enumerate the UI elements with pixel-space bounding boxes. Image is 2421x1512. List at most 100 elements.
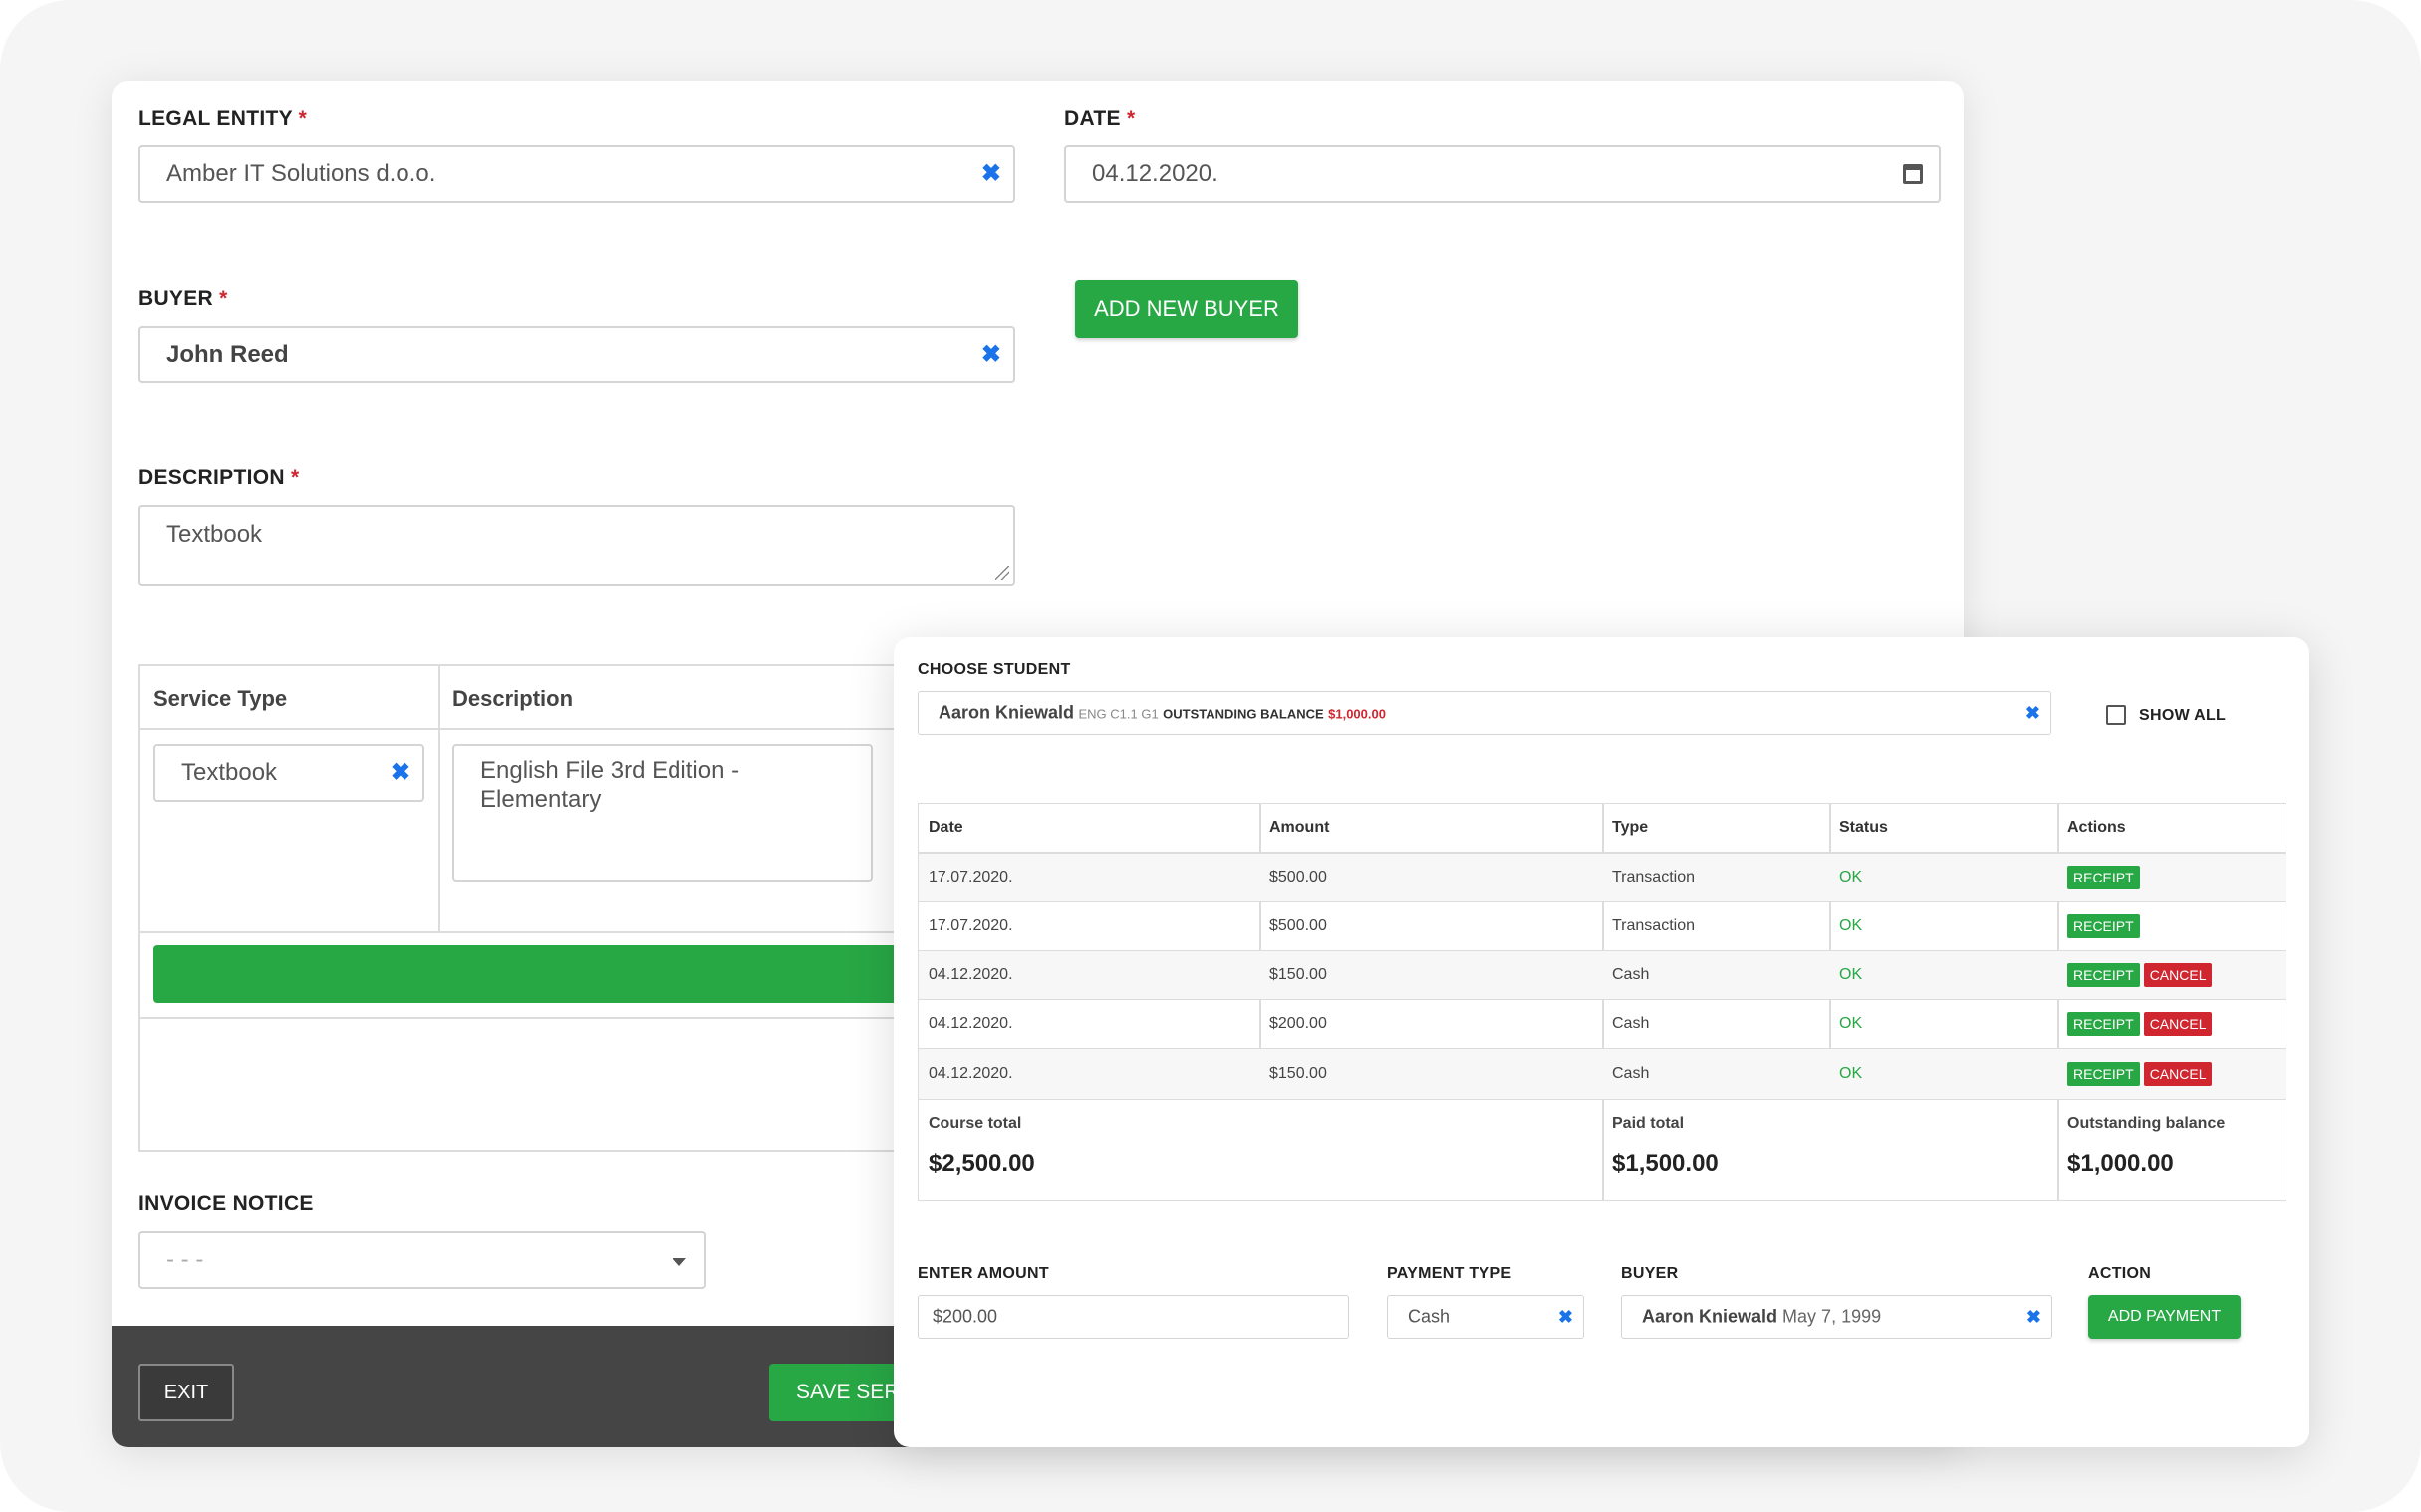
invoice-notice-select[interactable]: - - - <box>138 1231 706 1289</box>
table-row: 17.07.2020. $500.00 Transaction OK RECEI… <box>919 854 2286 902</box>
outstanding-balance-label: OUTSTANDING BALANCE <box>1163 706 1324 722</box>
clear-icon[interactable]: ✖ <box>981 343 1001 367</box>
enter-amount-label: ENTER AMOUNT <box>918 1265 1049 1282</box>
buyer-label: BUYER <box>1621 1265 1679 1282</box>
description-value: Textbook <box>166 521 263 548</box>
course-total-value: $2,500.00 <box>929 1150 1035 1177</box>
action-label: ACTION <box>2088 1265 2152 1282</box>
payment-panel-card: CHOOSE STUDENT Aaron Kniewald ENG C1.1 G… <box>894 637 2309 1447</box>
receipt-button[interactable]: RECEIPT <box>2067 963 2140 987</box>
outstanding-balance-total-label: Outstanding balance <box>2067 1115 2226 1132</box>
student-select[interactable]: Aaron Kniewald ENG C1.1 G1 OUTSTANDING B… <box>918 691 2051 735</box>
row-date: 04.12.2020. <box>929 1015 1013 1032</box>
student-name: Aaron Kniewald <box>939 702 1075 723</box>
clear-icon[interactable]: ✖ <box>2025 704 2040 722</box>
column-header-amount: Amount <box>1269 819 1330 836</box>
invoice-notice-value: - - - <box>166 1246 204 1273</box>
table-row: 04.12.2020. $200.00 Cash OK RECEIPT CANCE… <box>919 1000 2286 1049</box>
buyer-name: Aaron Kniewald <box>1642 1306 1778 1327</box>
legal-entity-label: LEGAL ENTITY * <box>138 107 308 129</box>
receipt-button[interactable]: RECEIPT <box>2067 1012 2140 1036</box>
cancel-button[interactable]: CANCEL <box>2143 1062 2213 1086</box>
service-type-value: Textbook <box>181 759 278 786</box>
payment-type-select[interactable]: Cash ✖ <box>1387 1295 1584 1339</box>
row-date: 04.12.2020. <box>929 966 1013 983</box>
row-amount: $200.00 <box>1269 1015 1327 1032</box>
exit-button[interactable]: EXIT <box>138 1364 234 1421</box>
row-type: Cash <box>1612 966 1650 983</box>
show-all-label: SHOW ALL <box>2139 707 2227 724</box>
buyer-dob: May 7, 1999 <box>1782 1306 1882 1327</box>
clear-icon[interactable]: ✖ <box>1558 1308 1573 1326</box>
row-status: OK <box>1839 1065 1863 1082</box>
clear-icon[interactable]: ✖ <box>2026 1308 2041 1326</box>
student-group: ENG C1.1 G1 <box>1078 706 1159 722</box>
date-label: DATE * <box>1064 107 1136 129</box>
row-date: 17.07.2020. <box>929 869 1013 885</box>
column-header-description: Description <box>452 686 574 711</box>
row-status: OK <box>1839 966 1863 983</box>
legal-entity-select[interactable]: Amber IT Solutions d.o.o. ✖ <box>138 145 1015 203</box>
service-description-line: Elementary <box>480 786 602 813</box>
table-row: 04.12.2020. $150.00 Cash OK RECEIPT CANCE… <box>919 1049 2286 1100</box>
table-row: 04.12.2020. $150.00 Cash OK RECEIPT CANCE… <box>919 951 2286 1000</box>
row-amount: $500.00 <box>1269 869 1327 885</box>
date-value: 04.12.2020. <box>1092 160 1218 187</box>
row-status: OK <box>1839 1015 1863 1032</box>
column-header-status: Status <box>1839 819 1888 836</box>
service-type-select[interactable]: Textbook ✖ <box>153 744 424 802</box>
amount-value: $200.00 <box>933 1306 998 1327</box>
receipt-button[interactable]: RECEIPT <box>2067 866 2140 889</box>
paid-total-value: $1,500.00 <box>1612 1150 1719 1177</box>
row-type: Cash <box>1612 1065 1650 1082</box>
clear-icon[interactable]: ✖ <box>391 761 410 785</box>
buyer-select[interactable]: John Reed ✖ <box>138 326 1015 383</box>
row-amount: $500.00 <box>1269 917 1327 934</box>
column-divider <box>438 666 440 933</box>
payment-type-label: PAYMENT TYPE <box>1387 1265 1512 1282</box>
amount-input[interactable]: $200.00 <box>918 1295 1349 1339</box>
row-type: Cash <box>1612 1015 1650 1032</box>
row-type: Transaction <box>1612 917 1695 934</box>
receipt-button[interactable]: RECEIPT <box>2067 914 2140 938</box>
chevron-down-icon[interactable] <box>672 1258 686 1266</box>
buyer-value: John Reed <box>166 341 289 368</box>
date-field[interactable]: 04.12.2020. <box>1064 145 1941 203</box>
invoice-notice-label: INVOICE NOTICE <box>138 1192 314 1215</box>
show-all-checkbox[interactable] <box>2106 705 2126 725</box>
row-amount: $150.00 <box>1269 1065 1327 1082</box>
clear-icon[interactable]: ✖ <box>981 162 1001 186</box>
row-type: Transaction <box>1612 869 1695 885</box>
calendar-icon[interactable] <box>1903 164 1923 184</box>
row-date: 04.12.2020. <box>929 1065 1013 1082</box>
payments-table-header: Date Amount Type Status Actions <box>919 804 2286 854</box>
choose-student-label: CHOOSE STUDENT <box>918 661 1071 678</box>
payments-table: Date Amount Type Status Actions 17.07.20… <box>918 803 2286 1201</box>
row-status: OK <box>1839 869 1863 885</box>
cancel-button[interactable]: CANCEL <box>2143 1012 2213 1036</box>
row-status: OK <box>1839 917 1863 934</box>
resize-handle-icon[interactable] <box>995 566 1009 580</box>
service-description-line: English File 3rd Edition - <box>480 757 740 784</box>
description-textarea[interactable]: Textbook <box>138 505 1015 586</box>
payment-type-value: Cash <box>1408 1306 1451 1327</box>
add-new-buyer-button[interactable]: ADD NEW BUYER <box>1075 280 1298 338</box>
table-row: 17.07.2020. $500.00 Transaction OK RECEI… <box>919 902 2286 951</box>
buyer-label: BUYER * <box>138 287 228 310</box>
buyer-select[interactable]: Aaron Kniewald May 7, 1999 ✖ <box>1621 1295 2052 1339</box>
column-header-date: Date <box>929 819 963 836</box>
row-amount: $150.00 <box>1269 966 1327 983</box>
cancel-button[interactable]: CANCEL <box>2143 963 2213 987</box>
description-label: DESCRIPTION * <box>138 466 300 489</box>
receipt-button[interactable]: RECEIPT <box>2067 1062 2140 1086</box>
outstanding-balance-value: $1,000.00 <box>1328 706 1386 722</box>
column-header-actions: Actions <box>2067 819 2126 836</box>
outstanding-balance-total-value: $1,000.00 <box>2067 1150 2174 1177</box>
column-header-type: Type <box>1612 819 1649 836</box>
service-description-textarea[interactable]: English File 3rd Edition - Elementary <box>452 744 873 882</box>
add-payment-button[interactable]: ADD PAYMENT <box>2088 1295 2241 1339</box>
column-header-service-type: Service Type <box>153 686 288 711</box>
paid-total-label: Paid total <box>1612 1115 1685 1132</box>
legal-entity-value: Amber IT Solutions d.o.o. <box>166 160 436 187</box>
row-date: 17.07.2020. <box>929 917 1013 934</box>
